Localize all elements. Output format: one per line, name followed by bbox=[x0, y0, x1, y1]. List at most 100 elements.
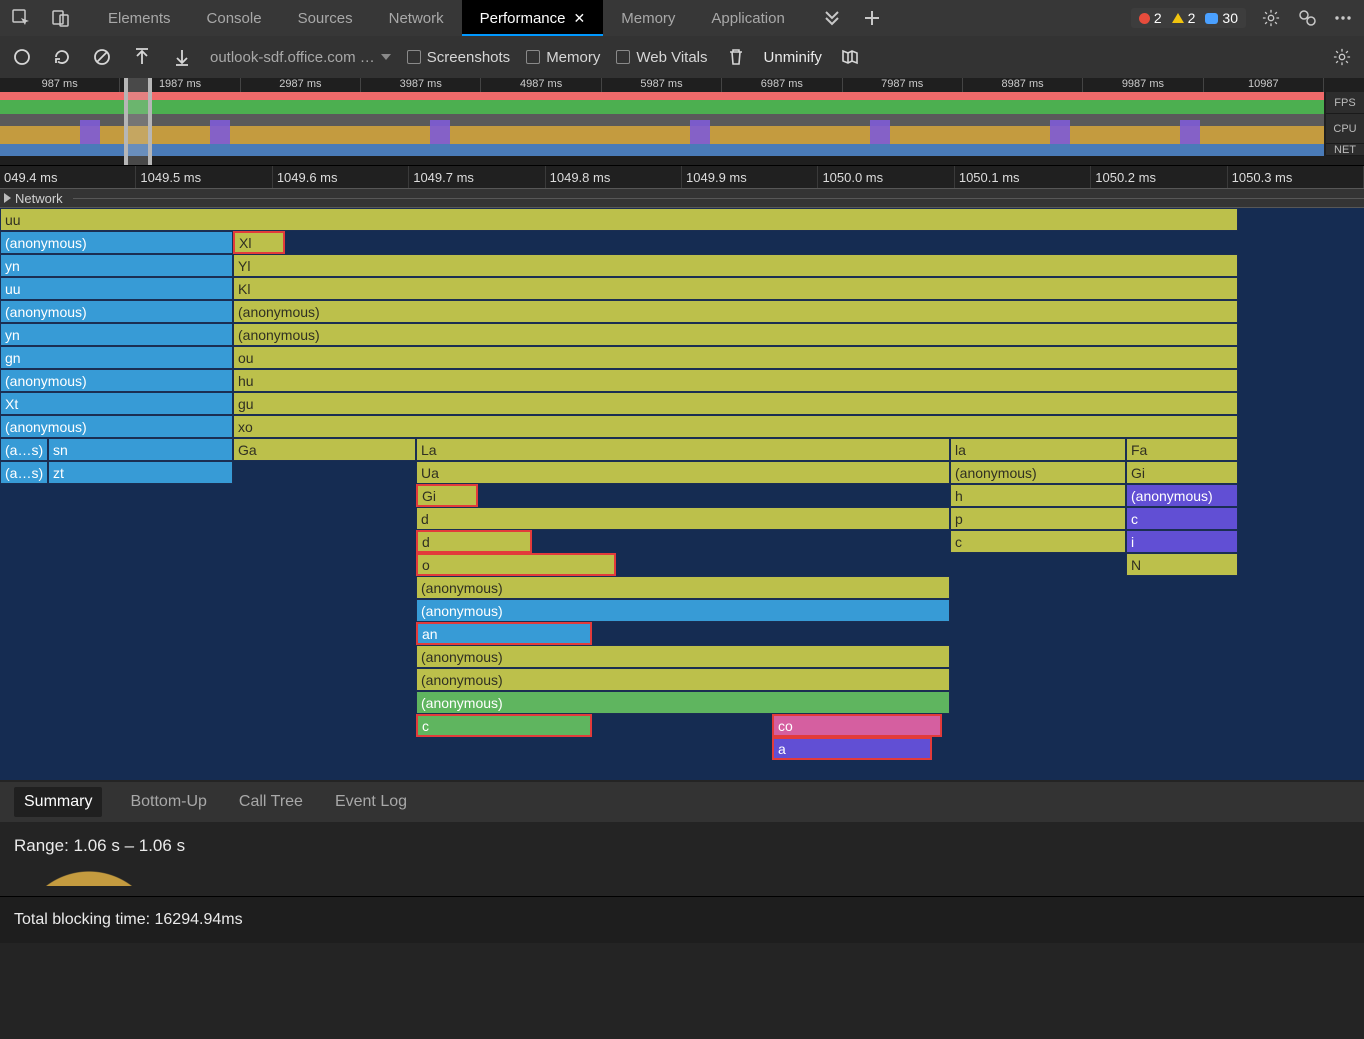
flame-frame[interactable]: c bbox=[1126, 507, 1238, 530]
download-icon[interactable] bbox=[170, 45, 194, 69]
flame-frame[interactable]: c bbox=[950, 530, 1126, 553]
ruler-tick: 1050.2 ms bbox=[1091, 166, 1227, 188]
tab-sources[interactable]: Sources bbox=[280, 0, 371, 36]
flame-frame[interactable]: (anonymous) bbox=[416, 691, 950, 714]
tab-network[interactable]: Network bbox=[371, 0, 462, 36]
flame-frame[interactable]: (anonymous) bbox=[0, 369, 233, 392]
flame-frame[interactable]: hu bbox=[233, 369, 1238, 392]
flame-frame[interactable]: (a…s) bbox=[0, 438, 48, 461]
source-map-icon[interactable] bbox=[838, 45, 862, 69]
flame-frame[interactable]: Fa bbox=[1126, 438, 1238, 461]
overview-label-net: NET bbox=[1326, 144, 1364, 156]
issues-pill[interactable]: 2 2 30 bbox=[1131, 8, 1246, 28]
trash-icon[interactable] bbox=[724, 45, 748, 69]
feedback-icon[interactable] bbox=[1296, 7, 1318, 29]
flame-frame[interactable]: uu bbox=[0, 277, 233, 300]
flame-frame[interactable]: co bbox=[772, 714, 942, 737]
flame-frame[interactable]: (a…s) bbox=[0, 461, 48, 484]
web-vitals-checkbox[interactable]: Web Vitals bbox=[616, 49, 707, 66]
flame-frame[interactable]: la bbox=[950, 438, 1126, 461]
device-emulation-icon[interactable] bbox=[50, 7, 72, 29]
profile-source-select[interactable]: outlook-sdf.office.com … bbox=[210, 49, 391, 66]
flame-frame[interactable]: zt bbox=[48, 461, 233, 484]
overview-selection-handle[interactable] bbox=[124, 78, 152, 165]
more-tabs-icon[interactable] bbox=[821, 7, 843, 29]
flame-frame[interactable]: Yl bbox=[233, 254, 1238, 277]
flame-frame[interactable]: (anonymous) bbox=[416, 668, 950, 691]
reload-record-icon[interactable] bbox=[50, 45, 74, 69]
overview-cpu-strip bbox=[0, 114, 1324, 144]
overview-tick: 8987 ms bbox=[963, 78, 1083, 92]
flame-frame[interactable]: gu bbox=[233, 392, 1238, 415]
flame-frame[interactable]: (anonymous) bbox=[416, 599, 950, 622]
tab-call-tree[interactable]: Call Tree bbox=[235, 787, 307, 817]
capture-settings-gear-icon[interactable] bbox=[1330, 45, 1354, 69]
flame-frame[interactable]: N bbox=[1126, 553, 1238, 576]
flame-frame[interactable]: p bbox=[950, 507, 1126, 530]
flame-frame[interactable]: (anonymous) bbox=[0, 231, 233, 254]
flame-frame[interactable]: a bbox=[772, 737, 932, 760]
flame-frame[interactable]: Ua bbox=[416, 461, 950, 484]
tab-label: Sources bbox=[298, 10, 353, 27]
details-tab-bar: Summary Bottom-Up Call Tree Event Log bbox=[0, 782, 1364, 822]
flame-frame[interactable]: (anonymous) bbox=[0, 415, 233, 438]
tab-event-log[interactable]: Event Log bbox=[331, 787, 411, 817]
tab-memory[interactable]: Memory bbox=[603, 0, 693, 36]
flame-frame[interactable]: Xt bbox=[0, 392, 233, 415]
flame-frame[interactable]: (anonymous) bbox=[233, 300, 1238, 323]
tab-elements[interactable]: Elements bbox=[90, 0, 189, 36]
flame-frame[interactable]: Gi bbox=[416, 484, 478, 507]
flame-frame[interactable]: yn bbox=[0, 254, 233, 277]
flame-frame[interactable]: d bbox=[416, 507, 950, 530]
more-menu-icon[interactable] bbox=[1332, 7, 1354, 29]
tab-summary[interactable]: Summary bbox=[14, 787, 102, 817]
flame-frame[interactable]: sn bbox=[48, 438, 233, 461]
tab-label: Console bbox=[207, 10, 262, 27]
screenshots-checkbox[interactable]: Screenshots bbox=[407, 49, 510, 66]
upload-icon[interactable] bbox=[130, 45, 154, 69]
flame-frame[interactable]: (anonymous) bbox=[416, 576, 950, 599]
flame-frame[interactable]: i bbox=[1126, 530, 1238, 553]
memory-checkbox[interactable]: Memory bbox=[526, 49, 600, 66]
flame-frame[interactable]: (anonymous) bbox=[0, 300, 233, 323]
flame-frame[interactable]: ou bbox=[233, 346, 1238, 369]
flame-frame[interactable]: La bbox=[416, 438, 950, 461]
flame-frame[interactable]: xo bbox=[233, 415, 1238, 438]
flame-frame[interactable]: Ga bbox=[233, 438, 416, 461]
network-section-toggle[interactable]: Network bbox=[0, 188, 1364, 208]
inspect-element-icon[interactable] bbox=[10, 7, 32, 29]
flame-frame[interactable]: c bbox=[416, 714, 592, 737]
flame-chart[interactable]: uu(anonymous)XlynYluuKl(anonymous)(anony… bbox=[0, 208, 1364, 780]
flame-frame[interactable]: h bbox=[950, 484, 1126, 507]
flame-frame[interactable]: gn bbox=[0, 346, 233, 369]
tab-bottom-up[interactable]: Bottom-Up bbox=[126, 787, 210, 817]
unminify-button[interactable]: Unminify bbox=[764, 49, 822, 66]
flame-frame[interactable]: (anonymous) bbox=[950, 461, 1126, 484]
flame-frame[interactable]: yn bbox=[0, 323, 233, 346]
flame-frame[interactable]: (anonymous) bbox=[1126, 484, 1238, 507]
overview-label-fps: FPS bbox=[1326, 92, 1364, 114]
tab-console[interactable]: Console bbox=[189, 0, 280, 36]
close-icon[interactable]: ✕ bbox=[574, 10, 586, 27]
overview-tick: 6987 ms bbox=[722, 78, 842, 92]
tab-application[interactable]: Application bbox=[693, 0, 802, 36]
flame-frame[interactable]: an bbox=[416, 622, 592, 645]
flame-frame[interactable]: (anonymous) bbox=[416, 645, 950, 668]
clear-icon[interactable] bbox=[90, 45, 114, 69]
timeline-overview[interactable]: 987 ms 1987 ms 2987 ms 3987 ms 4987 ms 5… bbox=[0, 78, 1364, 166]
flame-frame[interactable]: Kl bbox=[233, 277, 1238, 300]
summary-donut-icon bbox=[44, 862, 134, 886]
overview-tick: 3987 ms bbox=[361, 78, 481, 92]
flame-frame[interactable]: uu bbox=[0, 208, 1238, 231]
flame-frame[interactable]: (anonymous) bbox=[233, 323, 1238, 346]
settings-gear-icon[interactable] bbox=[1260, 7, 1282, 29]
flame-frame[interactable]: Gi bbox=[1126, 461, 1238, 484]
flame-frame[interactable]: o bbox=[416, 553, 616, 576]
add-tab-icon[interactable] bbox=[861, 7, 883, 29]
record-icon[interactable] bbox=[10, 45, 34, 69]
overview-tick: 9987 ms bbox=[1083, 78, 1203, 92]
tab-performance[interactable]: Performance✕ bbox=[462, 0, 604, 36]
flame-frame[interactable]: Xl bbox=[233, 231, 285, 254]
ruler-tick: 1049.9 ms bbox=[682, 166, 818, 188]
flame-frame[interactable]: d bbox=[416, 530, 532, 553]
